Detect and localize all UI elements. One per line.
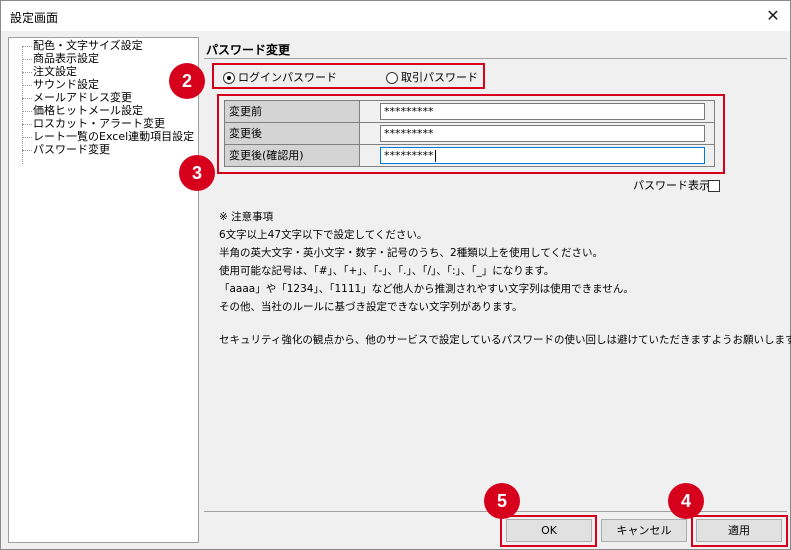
password-form: 変更前 ********* 変更後 ********* 変更後(確認用) ***… (224, 100, 715, 167)
tree-item-label: レート一覧のExcel連動項目設定 (33, 130, 195, 143)
show-password-label: パスワード表示 (633, 179, 710, 192)
current-password-field[interactable]: ********* (380, 103, 705, 120)
tree-connector (22, 59, 32, 60)
notes-heading: ※ 注意事項 (219, 211, 274, 223)
show-password: パスワード表示 (633, 179, 720, 193)
settings-tree: 配色・文字サイズ設定 商品表示設定 注文設定 サウンド設定 メールアドレス変更 … (8, 37, 199, 543)
tree-connector (22, 98, 32, 99)
form-row-confirm: 変更後(確認用) ********* (225, 145, 714, 167)
radio-unchecked-icon (386, 72, 398, 84)
tree-item-label: 注文設定 (33, 65, 77, 78)
field-label: 変更後 (225, 123, 360, 144)
radio-group-highlight: ログインパスワード 取引パスワード (212, 63, 485, 89)
title-bar: 設定画面 ✕ (1, 1, 790, 31)
close-icon[interactable]: ✕ (762, 5, 784, 27)
tree-connector (22, 85, 32, 86)
note-line: その他、当社のルールに基づき設定できない文字列があります。 (219, 301, 523, 313)
tree-connector (22, 150, 32, 151)
settings-window: 設定画面 ✕ 配色・文字サイズ設定 商品表示設定 注文設定 サウンド設定 メール… (0, 0, 791, 550)
apply-button[interactable]: 適用 (696, 519, 782, 542)
tree-connector (22, 111, 32, 112)
text-caret (434, 150, 436, 162)
tree-connector (22, 46, 23, 164)
note-line: 使用可能な記号は、「#」、「+」、「-」、「.」、「/」、「:」、「_」になりま… (219, 265, 555, 277)
note-line: 「aaaa」や「1234」、「1111」など他人から推測されやすい文字列は使用で… (219, 283, 634, 295)
notes: ※ 注意事項 6文字以上47文字以下で設定してください。 半角の英大文字・英小文… (219, 208, 791, 349)
note-line: セキュリティ強化の観点から、他のサービスで設定しているパスワードの使い回しは避け… (219, 334, 791, 346)
step-badge-4: 4 (668, 483, 704, 519)
tree-connector (22, 72, 32, 73)
radio-label: ログインパスワード (238, 71, 337, 84)
field-value: ********* (384, 149, 434, 162)
tree-item-label: パスワード変更 (33, 143, 110, 156)
step-badge-5: 5 (484, 483, 520, 519)
tree-item-label: サウンド設定 (33, 78, 99, 91)
radio-checked-icon (223, 72, 235, 84)
tree-item-label: ロスカット・アラート変更 (33, 117, 165, 130)
section-title: パスワード変更 (206, 43, 291, 57)
new-password-field[interactable]: ********* (380, 125, 705, 142)
tree-item-label: 商品表示設定 (33, 52, 99, 65)
show-password-checkbox[interactable] (708, 180, 720, 192)
window-title: 設定画面 (10, 11, 59, 25)
step-badge-2: 2 (169, 63, 205, 99)
divider (204, 58, 787, 59)
note-line: 6文字以上47文字以下で設定してください。 (219, 229, 428, 241)
step-badge-3: 3 (179, 155, 215, 191)
tree-item-label: 価格ヒットメール設定 (33, 104, 143, 117)
tree-item-label: メールアドレス変更 (33, 91, 132, 104)
field-label: 変更後(確認用) (225, 145, 360, 166)
tree-connector (22, 124, 32, 125)
form-row-new: 変更後 ********* (225, 123, 714, 145)
note-line: 半角の英大文字・英小文字・数字・記号のうち、2種類以上を使用してください。 (219, 247, 604, 259)
tree-connector (22, 46, 32, 47)
ok-button[interactable]: OK (506, 519, 592, 542)
cancel-button[interactable]: キャンセル (601, 519, 687, 542)
radio-label: 取引パスワード (401, 71, 478, 84)
form-row-current: 変更前 ********* (225, 101, 714, 123)
field-label: 変更前 (225, 101, 360, 122)
tree-item-label: 配色・文字サイズ設定 (33, 39, 143, 52)
confirm-password-field[interactable]: ********* (380, 147, 705, 164)
tree-connector (22, 137, 32, 138)
